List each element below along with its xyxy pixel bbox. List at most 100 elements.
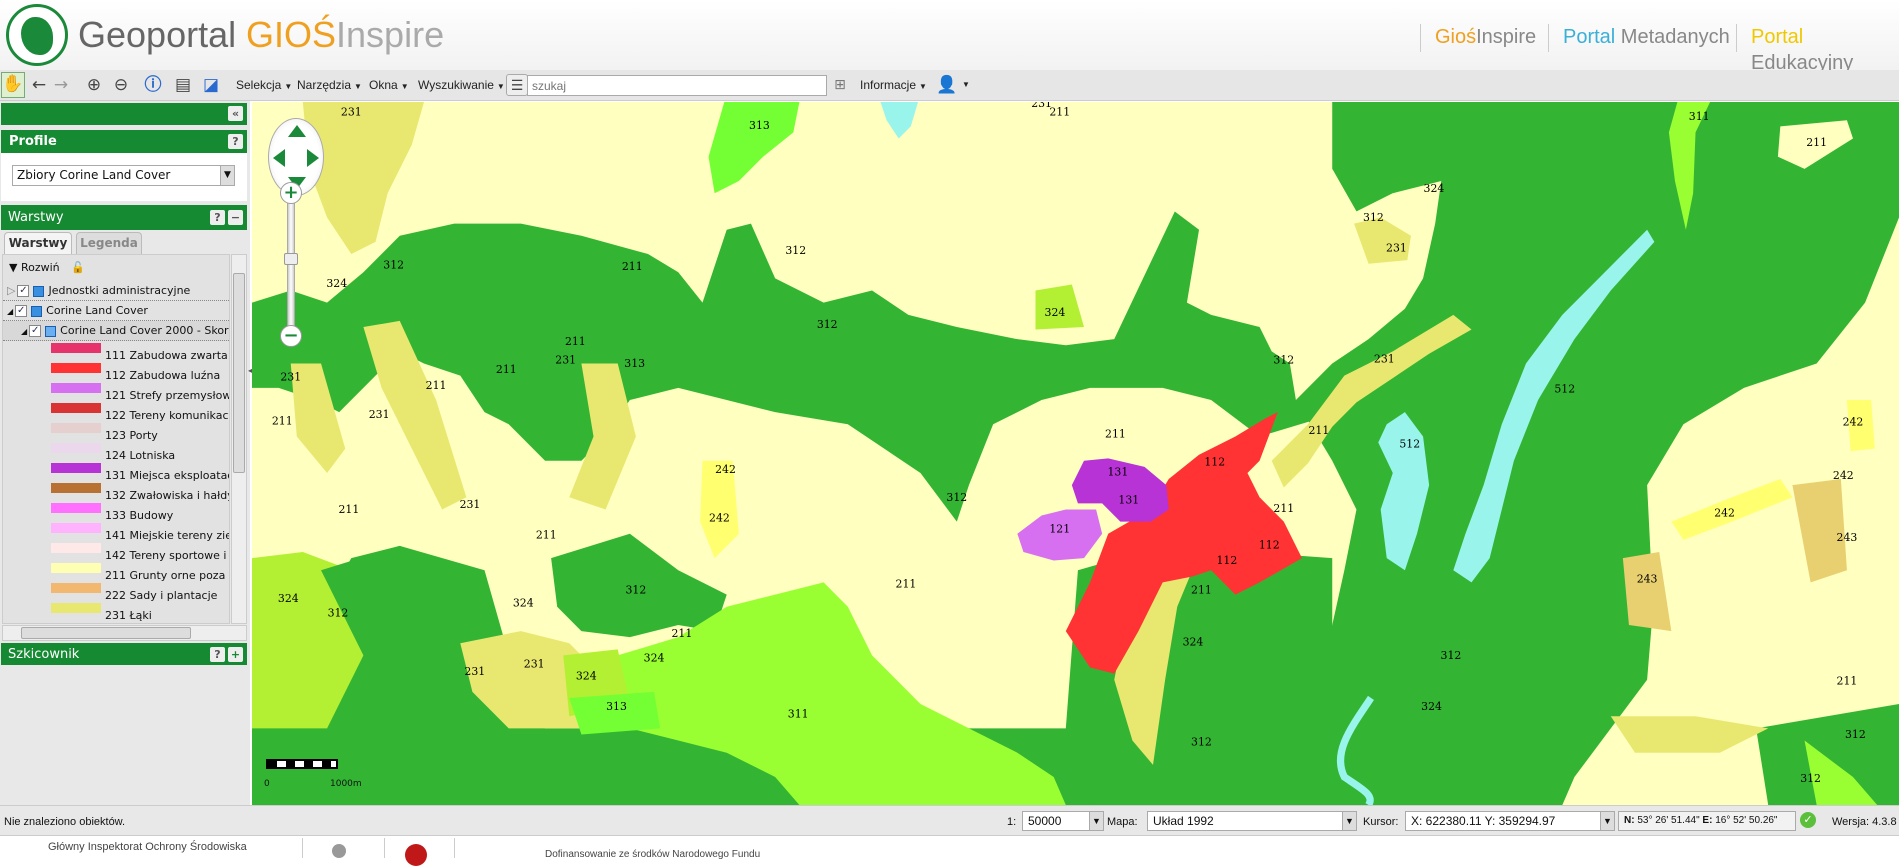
map-label: 243 — [1637, 572, 1658, 585]
map-label: 211 — [426, 379, 447, 392]
footer-logo-red[interactable] — [405, 844, 427, 866]
map-label: 512 — [1554, 383, 1575, 396]
layer-checkbox[interactable]: ✓ — [29, 325, 42, 337]
status-message: Nie znaleziono obiektów. — [4, 816, 126, 828]
search-options-icon[interactable]: ☰ — [506, 74, 528, 96]
land-cover-polygon — [302, 102, 424, 255]
zoom-out-button[interactable]: − — [280, 325, 302, 347]
scroll-thumb[interactable] — [21, 627, 191, 639]
map-label: 312 — [785, 244, 806, 257]
map-label: 211 — [1105, 428, 1126, 441]
vertical-scrollbar[interactable] — [231, 254, 247, 624]
zoom-in-button[interactable]: + — [280, 182, 302, 204]
version: Wersja: 4.3.8 — [1832, 816, 1897, 828]
map-label: 211 — [338, 503, 359, 516]
legend-item: 112 Zabudowa luźna — [3, 361, 229, 382]
menu-narzedzia[interactable]: Narzędzia ▼ — [297, 74, 362, 96]
print-icon[interactable]: ▤ — [172, 74, 194, 96]
collapse-icon[interactable]: ◢ — [7, 307, 13, 316]
map-crs-select[interactable]: Układ 1992 ▼ — [1147, 811, 1357, 831]
legend-swatch — [51, 443, 101, 453]
pan-up-icon[interactable] — [288, 125, 306, 137]
zoom-slider-handle[interactable] — [284, 253, 298, 265]
map-label: 211 — [1049, 105, 1070, 118]
sketch-expand-icon[interactable]: + — [228, 647, 243, 662]
toolbar: ✋ ← → ⊕ ⊖ ⓘ ▤ ◪ Selekcja ▼ Narzędzia ▼ Okn… — [0, 70, 1899, 101]
collapse-sidebar-icon[interactable]: « — [228, 106, 243, 121]
legend-swatch — [51, 543, 101, 553]
layer-group-icon — [31, 305, 43, 317]
layer-row[interactable]: ▷ ✓ Jednostki administracyjne — [3, 281, 229, 301]
layer-row[interactable]: ◢ ✓ Corine Land Cover 2000 - Skor — [3, 321, 229, 341]
map-label: 324 — [644, 651, 665, 664]
sketch-help-icon[interactable]: ? — [210, 647, 225, 662]
brand-geoportal: Geoportal — [78, 14, 237, 55]
forward-arrow-icon[interactable]: → — [50, 74, 72, 96]
zoom-extent-icon[interactable]: ◪ — [200, 74, 222, 96]
sketch-header: Szkicownik ? + — [1, 643, 247, 665]
menu-selekcja[interactable]: Selekcja ▼ — [236, 74, 292, 96]
tab-legenda[interactable]: Legenda — [76, 232, 142, 254]
cursor-coordinates-select[interactable]: X: 622380.11 Y: 359294.97 ▼ — [1405, 811, 1615, 831]
map-label: 231 — [524, 658, 545, 671]
map-label: 242 — [1843, 416, 1864, 429]
scroll-thumb[interactable] — [233, 273, 245, 473]
map-label: 211 — [536, 529, 557, 542]
legend-item: 231 Łąki — [3, 601, 229, 622]
tab-warstwy[interactable]: Warstwy — [4, 232, 72, 254]
unlock-icon[interactable]: 🔓 — [71, 261, 85, 274]
expand-all-button[interactable]: ▼ Rozwiń 🔓 — [9, 258, 229, 278]
land-cover-polygon — [880, 102, 919, 139]
land-cover-polygon — [1610, 716, 1769, 753]
scale-select[interactable]: 50000 ▼ — [1022, 811, 1104, 831]
info-icon[interactable]: ⓘ — [142, 74, 164, 96]
user-menu-caret[interactable]: ▼ — [962, 74, 970, 96]
collapse-icon[interactable]: ◢ — [21, 327, 27, 336]
expand-icon[interactable]: ▷ — [7, 284, 15, 297]
layer-icon — [45, 325, 57, 337]
pan-hand-icon[interactable]: ✋ — [1, 72, 25, 98]
legend-swatch — [51, 583, 101, 593]
status-bar: Nie znaleziono obiektów. 1: 50000 ▼ Mapa:… — [0, 805, 1899, 836]
zoom-out-icon[interactable]: ⊖ — [110, 74, 132, 96]
footer-logo[interactable] — [332, 844, 346, 858]
map-label: 311 — [788, 707, 809, 720]
land-cover-polygon — [569, 691, 661, 735]
zoom-in-icon[interactable]: ⊕ — [83, 74, 105, 96]
pan-left-icon[interactable] — [273, 149, 285, 167]
legend-item: 133 Budowy — [3, 501, 229, 522]
link-portal-metadanych[interactable]: Portal Metadanych — [1548, 24, 1730, 52]
back-arrow-icon[interactable]: ← — [28, 74, 50, 96]
gios-logo[interactable] — [6, 4, 68, 66]
map-label: 324 — [1424, 182, 1445, 195]
menu-wyszukiwanie[interactable]: Wyszukiwanie ▼ — [418, 74, 505, 96]
map-label: 324 — [1045, 306, 1066, 319]
search-input[interactable] — [527, 75, 827, 96]
menu-okna[interactable]: Okna ▼ — [369, 74, 409, 96]
add-search-icon[interactable]: ⊞ — [829, 74, 851, 96]
layer-checkbox[interactable]: ✓ — [15, 305, 28, 317]
land-cover-map: 231 2112313133112113243122313122113123243… — [252, 102, 1899, 805]
layers-help-icon[interactable]: ? — [210, 210, 225, 225]
zoom-slider[interactable] — [284, 194, 298, 339]
layer-row[interactable]: ◢ ✓ Corine Land Cover — [3, 301, 229, 321]
map-label: 231 — [1031, 102, 1052, 110]
layer-checkbox[interactable]: ✓ — [17, 285, 30, 297]
map-label: 231 — [1386, 242, 1407, 255]
link-portal-edukacyjny[interactable]: Portal Edukacyjny — [1736, 24, 1899, 74]
profile-select[interactable]: Zbiory Corine Land Cover ▼ — [12, 165, 235, 186]
user-icon[interactable]: 👤 — [936, 74, 958, 96]
horizontal-scrollbar[interactable] — [2, 625, 247, 641]
layers-minimize-icon[interactable]: − — [228, 210, 243, 225]
legend-swatch — [51, 483, 101, 493]
map-canvas[interactable]: 231 211 231 313 311 211 324 312 231 312 211 312 324 3… — [252, 102, 1899, 805]
legend-swatch — [51, 463, 101, 473]
map-label: 312 — [1441, 649, 1462, 662]
menu-informacje[interactable]: Informacje ▼ — [860, 74, 927, 96]
pan-right-icon[interactable] — [307, 149, 319, 167]
link-gios-inspire[interactable]: GiośInspire — [1420, 24, 1536, 52]
map-label: 312 — [946, 491, 967, 504]
triangle-down-icon: ▼ — [9, 261, 18, 274]
profile-help-icon[interactable]: ? — [228, 134, 243, 149]
map-label: 324 — [1421, 700, 1442, 713]
